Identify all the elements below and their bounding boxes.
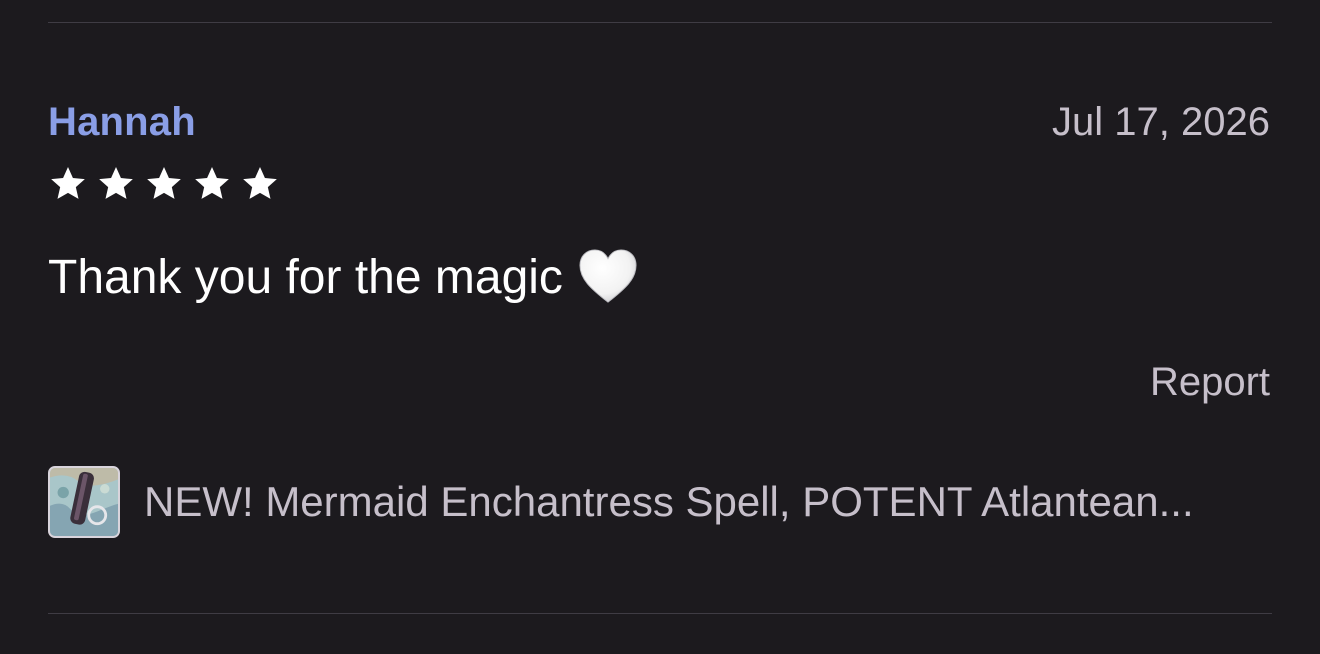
review-text: Thank you for the magic [48,250,563,304]
top-divider [48,22,1272,23]
listing-link[interactable]: NEW! Mermaid Enchantress Spell, POTENT A… [48,466,1194,538]
star-rating [48,164,280,204]
bottom-divider [48,613,1272,614]
reviewer-name-link[interactable]: Hannah [48,100,196,145]
listing-thumbnail[interactable] [48,466,120,538]
star-icon [99,167,133,199]
listing-title[interactable]: NEW! Mermaid Enchantress Spell, POTENT A… [144,478,1194,526]
listing-image [50,468,118,536]
review-date: Jul 17, 2026 [1052,100,1270,144]
star-icon [147,167,181,199]
star-icon [51,167,85,199]
report-link[interactable]: Report [1150,360,1270,405]
review-body: Thank you for the magic [48,248,639,306]
white-heart-icon [579,249,637,303]
star-icon [243,167,277,199]
star-icon [195,167,229,199]
